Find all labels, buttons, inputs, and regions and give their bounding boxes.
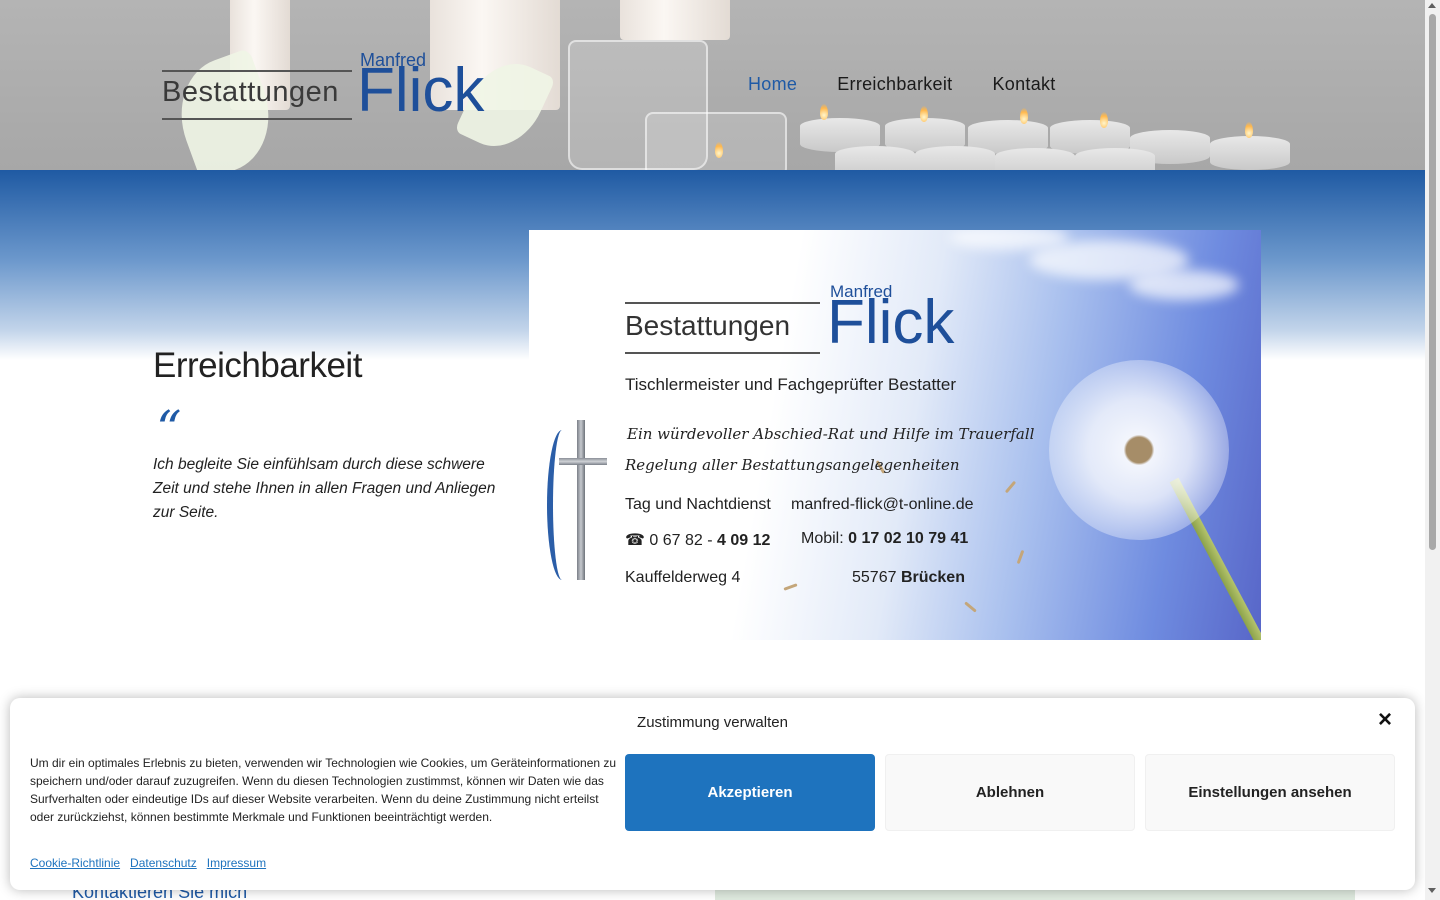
site-logo[interactable]: Bestattungen Manfred Flick bbox=[162, 48, 512, 128]
card-city: Brücken bbox=[900, 569, 965, 586]
dandelion-image bbox=[1049, 360, 1229, 540]
cookie-policy-link[interactable]: Cookie-Richtlinie bbox=[30, 856, 120, 870]
privacy-link[interactable]: Datenschutz bbox=[130, 856, 197, 870]
imprint-link[interactable]: Impressum bbox=[207, 856, 266, 870]
tealight-decor bbox=[835, 146, 915, 170]
card-service: Tag und Nachtdienst bbox=[625, 496, 771, 513]
cloud-decor bbox=[1129, 270, 1239, 300]
phone-icon: ☎ bbox=[625, 532, 645, 549]
quote-mark-icon: “ bbox=[156, 400, 182, 458]
glass-decor bbox=[645, 112, 787, 170]
accept-button[interactable]: Akzeptieren bbox=[625, 754, 875, 831]
card-zip: 55767 bbox=[852, 569, 897, 586]
seed-decor bbox=[783, 583, 798, 591]
card-script-line-2: Regelung aller Bestattungsangelegenheite… bbox=[625, 456, 960, 474]
card-mobile-label: Mobil: bbox=[801, 530, 844, 547]
site-header: Bestattungen Manfred Flick Home Erreichb… bbox=[0, 0, 1425, 170]
card-email: manfred-flick@t-online.de bbox=[791, 496, 974, 513]
card-street: Kauffelderweg 4 bbox=[625, 569, 741, 586]
nav-link-home[interactable]: Home bbox=[748, 74, 797, 95]
seed-decor bbox=[1016, 549, 1025, 565]
flame-decor bbox=[1100, 112, 1108, 128]
card-phone-number: 4 09 12 bbox=[717, 532, 771, 549]
scroll-down-arrow-icon[interactable] bbox=[1428, 888, 1436, 893]
scroll-up-arrow-icon[interactable] bbox=[1428, 3, 1436, 8]
business-card-image: Bestattungen Manfred Flick Tischlermeist… bbox=[529, 230, 1261, 640]
cookie-text: Um dir ein optimales Erlebnis zu bieten,… bbox=[30, 756, 617, 824]
card-subtitle: Tischlermeister und Fachgeprüfter Bestat… bbox=[625, 375, 957, 394]
card-logo-rule bbox=[625, 352, 820, 354]
card-logo: Bestattungen Manfred Flick bbox=[625, 282, 995, 362]
flame-decor bbox=[920, 106, 928, 122]
view-settings-button[interactable]: Einstellungen ansehen bbox=[1145, 754, 1395, 831]
card-mobile-number: 0 17 02 10 79 41 bbox=[848, 530, 969, 547]
tealight-decor bbox=[1075, 148, 1155, 170]
hero-section: Erreichbarkeit “ Ich begleite Sie einfüh… bbox=[0, 170, 1425, 700]
flame-decor bbox=[1020, 108, 1028, 124]
cross-bar bbox=[559, 458, 607, 465]
scroll-thumb[interactable] bbox=[1429, 14, 1436, 550]
close-icon[interactable]: × bbox=[1373, 708, 1397, 732]
tealight-decor bbox=[915, 146, 995, 170]
seed-decor bbox=[1004, 480, 1017, 494]
flame-decor bbox=[1245, 122, 1253, 138]
card-phone: ☎ 0 67 82 - 4 09 12 bbox=[625, 530, 770, 550]
tealight-decor bbox=[995, 148, 1075, 170]
main-nav: Home Erreichbarkeit Kontakt bbox=[748, 74, 1056, 95]
candle-decor bbox=[620, 0, 730, 40]
logo-rule bbox=[162, 118, 352, 120]
nav-link-kontakt[interactable]: Kontakt bbox=[992, 74, 1055, 95]
card-phone-prefix: 0 67 82 - bbox=[649, 532, 713, 549]
hero-quote: Ich begleite Sie einfühlsam durch diese … bbox=[153, 456, 496, 521]
card-logo-flick: Flick bbox=[827, 288, 955, 357]
logo-flick: Flick bbox=[357, 56, 485, 125]
cross-wave-icon bbox=[547, 430, 577, 580]
cookie-consent-banner: Zustimmung verwalten × Um dir ein optima… bbox=[10, 698, 1415, 890]
seed-decor bbox=[964, 601, 977, 613]
card-mobile: Mobil: 0 17 02 10 79 41 bbox=[801, 530, 968, 548]
tealight-decor bbox=[1210, 136, 1290, 170]
nav-link-erreichbarkeit[interactable]: Erreichbarkeit bbox=[837, 74, 952, 95]
card-city-line: 55767 Brücken bbox=[852, 569, 965, 587]
vertical-scrollbar[interactable] bbox=[1425, 0, 1440, 900]
card-logo-bestattungen: Bestattungen bbox=[625, 310, 791, 341]
card-logo-rule bbox=[625, 302, 820, 304]
cookie-links: Cookie-Richtlinie Datenschutz Impressum bbox=[30, 856, 266, 870]
flame-decor bbox=[715, 142, 723, 158]
card-script-line-1: Ein würdevoller Abschied-Rat und Hilfe i… bbox=[627, 425, 1035, 443]
flame-decor bbox=[820, 104, 828, 120]
logo-bestattungen: Bestattungen bbox=[162, 76, 339, 108]
cross-icon bbox=[577, 420, 585, 580]
deny-button[interactable]: Ablehnen bbox=[885, 754, 1135, 831]
page-title: Erreichbarkeit bbox=[153, 346, 362, 385]
logo-rule bbox=[162, 70, 352, 72]
cookie-title: Zustimmung verwalten bbox=[637, 714, 788, 731]
